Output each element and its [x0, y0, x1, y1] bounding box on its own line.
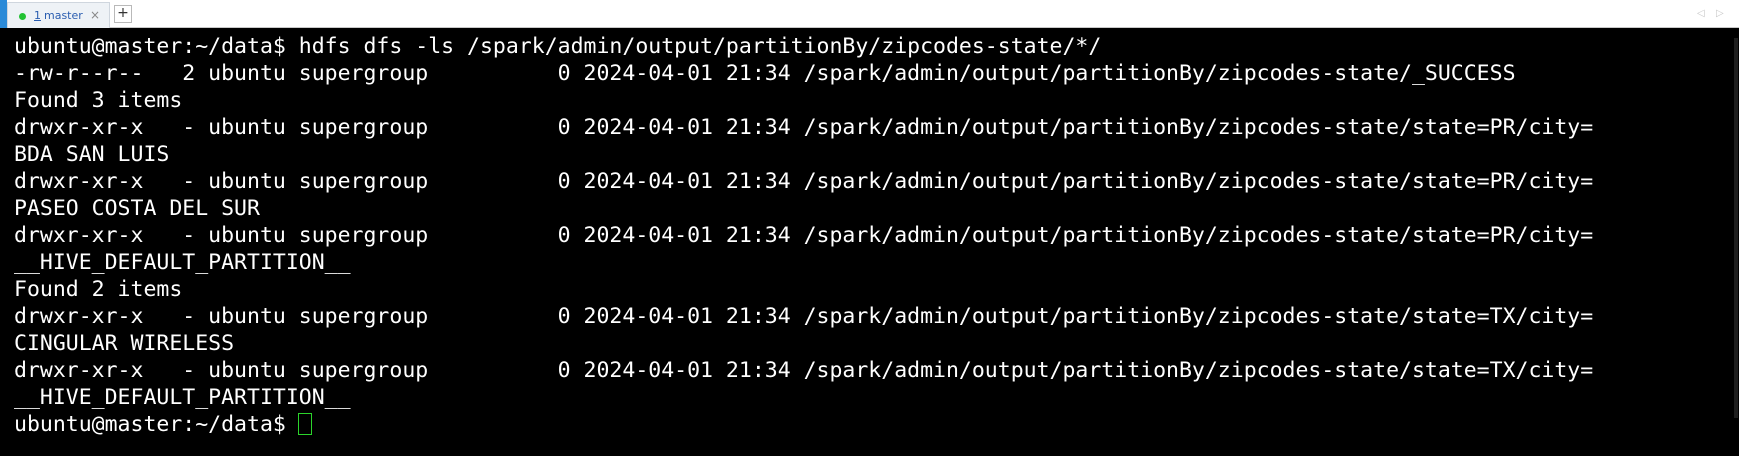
terminal-line: Found 2 items — [14, 277, 183, 302]
terminal-line: PASEO COSTA DEL SUR — [14, 196, 260, 221]
terminal-line: BDA SAN LUIS — [14, 142, 170, 167]
terminal-line: __HIVE_DEFAULT_PARTITION__ — [14, 250, 351, 275]
scroll-tabs-left-icon[interactable]: ◁ — [1697, 7, 1705, 21]
tab-title: master — [44, 9, 83, 22]
close-icon[interactable]: × — [90, 8, 100, 22]
terminal-lines: ubuntu@master:~/data$ hdfs dfs -ls /spar… — [14, 33, 1593, 438]
terminal-line: Found 3 items — [14, 88, 183, 113]
terminal-line: drwxr-xr-x - ubuntu supergroup 0 2024-04… — [14, 115, 1594, 140]
terminal-line: drwxr-xr-x - ubuntu supergroup 0 2024-04… — [14, 223, 1594, 248]
tab-master[interactable]: 1 master × — [7, 2, 110, 28]
terminal-prompt-line[interactable]: ubuntu@master:~/data$ — [14, 411, 1593, 438]
tab-number: 1 — [34, 9, 41, 22]
tab-bar-accent — [0, 0, 7, 28]
tab-label: 1 master — [34, 9, 83, 23]
terminal-line: -rw-r--r-- 2 ubuntu supergroup 0 2024-04… — [14, 61, 1516, 86]
scrollbar-thumb[interactable] — [1734, 38, 1738, 418]
terminal-line: drwxr-xr-x - ubuntu supergroup 0 2024-04… — [14, 169, 1594, 194]
connected-status-icon — [19, 13, 26, 20]
terminal-cursor — [297, 413, 312, 435]
terminal-prompt: ubuntu@master:~/data$ — [14, 412, 286, 437]
terminal-line: __HIVE_DEFAULT_PARTITION__ — [14, 385, 351, 410]
terminal-line: CINGULAR WIRELESS — [14, 331, 235, 356]
terminal-output[interactable]: ubuntu@master:~/data$ hdfs dfs -ls /spar… — [0, 28, 1739, 456]
terminal-scrollbar[interactable] — [1729, 28, 1739, 456]
scroll-tabs-right-icon[interactable]: ▷ — [1716, 7, 1724, 21]
terminal-line: drwxr-xr-x - ubuntu supergroup 0 2024-04… — [14, 304, 1594, 329]
terminal-line: drwxr-xr-x - ubuntu supergroup 0 2024-04… — [14, 358, 1594, 383]
tab-bar: 1 master × + ◁ ▷ — [0, 0, 1739, 28]
new-tab-button[interactable]: + — [114, 5, 132, 23]
terminal-line: ubuntu@master:~/data$ hdfs dfs -ls /spar… — [14, 34, 1102, 59]
